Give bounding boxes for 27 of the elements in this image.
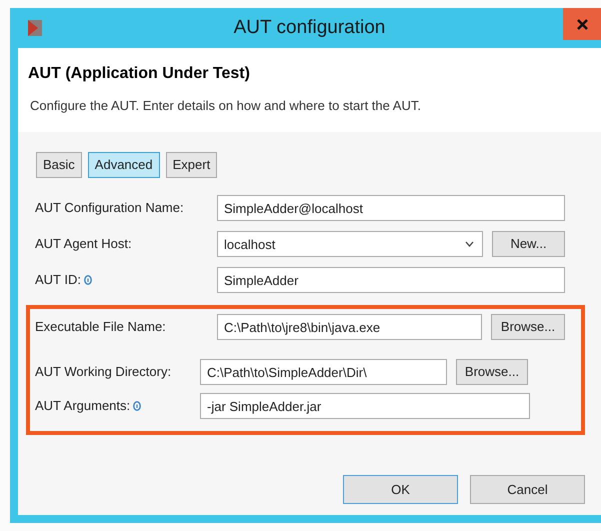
input-field[interactable]: C:\Path\to\jre8\bin\java.exe	[217, 314, 482, 340]
field-label: AUT ID:	[35, 271, 81, 290]
input-field[interactable]: C:\Path\to\SimpleAdder\Dir\	[200, 359, 447, 385]
field-label: Executable File Name:	[35, 318, 166, 336]
dropdown-field[interactable]: localhost	[217, 231, 483, 257]
page-title: AUT (Application Under Test)	[28, 64, 251, 84]
close-button[interactable]	[563, 8, 601, 40]
field-label: AUT Agent Host:	[35, 235, 132, 254]
input-field[interactable]: SimpleAdder	[217, 267, 565, 293]
tab[interactable]: Basic	[36, 152, 82, 178]
window-title: AUT configuration	[234, 16, 386, 40]
browse-button[interactable]: Browse...	[456, 359, 528, 385]
ok-button[interactable]: OK	[343, 475, 458, 504]
app-icon	[26, 18, 44, 38]
field-label: AUT Working Directory:	[35, 363, 172, 382]
input-field[interactable]: SimpleAdder@localhost	[217, 195, 565, 221]
browse-button[interactable]: New...	[492, 231, 565, 257]
input-field[interactable]: -jar SimpleAdder.jar	[200, 393, 530, 419]
chevron-down-icon	[465, 241, 474, 247]
close-icon	[576, 18, 588, 30]
cancel-button[interactable]: Cancel	[470, 475, 585, 504]
page-description: Configure the AUT. Enter details on how and where to start the AUT.	[29, 97, 422, 115]
tab[interactable]: Advanced	[88, 152, 160, 178]
field-label: AUT Configuration Name:	[35, 199, 184, 218]
tab[interactable]: Expert	[166, 152, 218, 178]
field-label: AUT Arguments:	[35, 397, 130, 416]
browse-button[interactable]: Browse...	[491, 314, 565, 340]
